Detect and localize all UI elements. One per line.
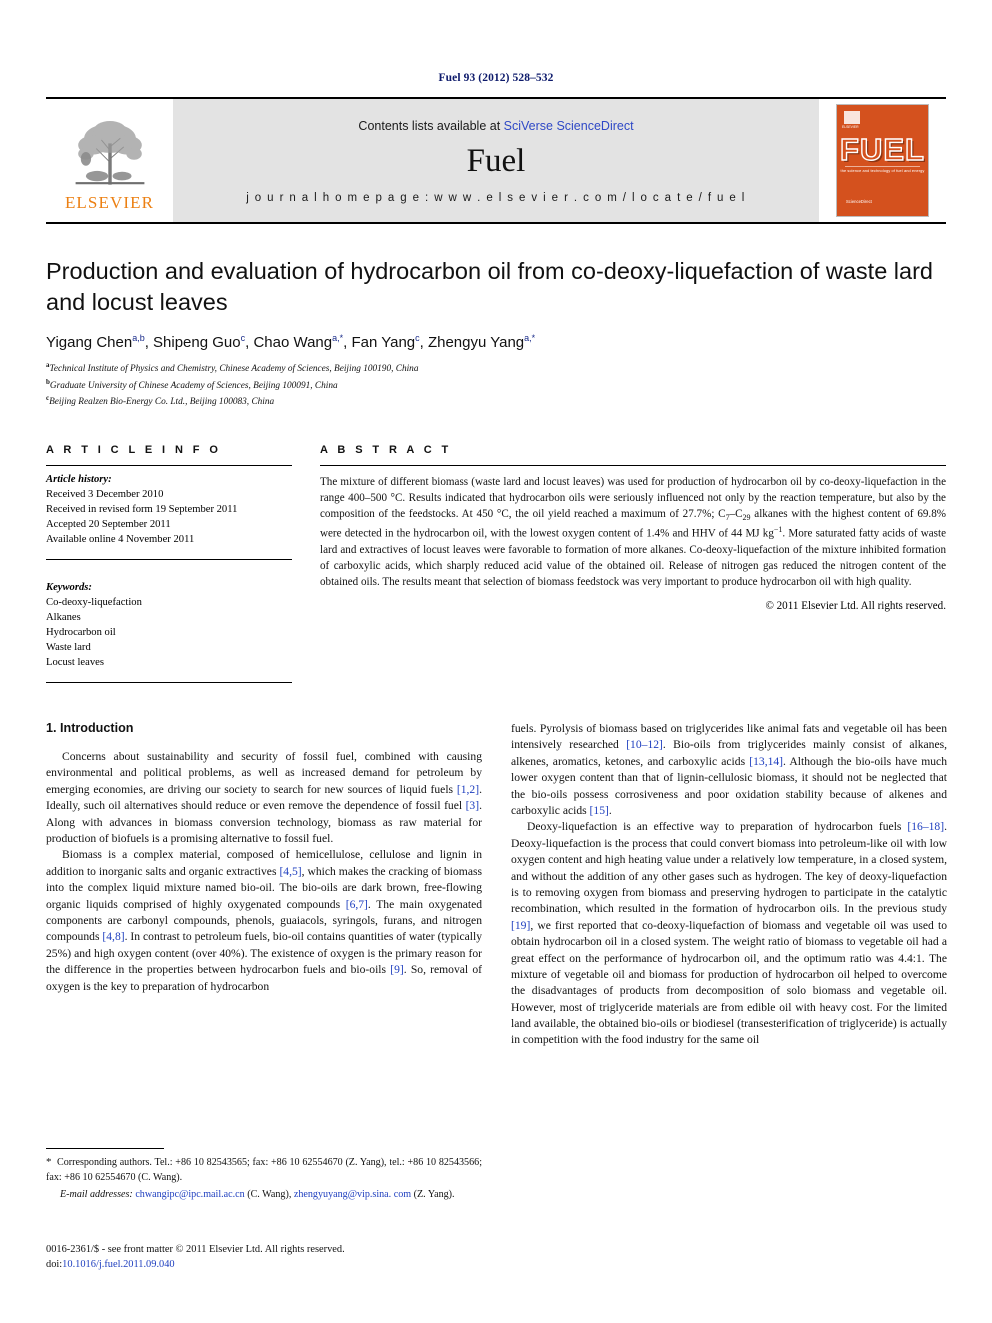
email-label: E-mail addresses:	[60, 1189, 133, 1201]
article-history-label: Article history:	[46, 473, 112, 485]
elsevier-wordmark: ELSEVIER	[64, 192, 155, 212]
page-title: Production and evaluation of hydrocarbon…	[46, 258, 933, 316]
article-info-column: A R T I C L E I N F O Article history: R…	[46, 443, 292, 684]
doi-line: doi:10.1016/j.fuel.2011.09.040	[46, 1258, 506, 1273]
affiliation-item: bGraduate University of Chinese Academy …	[46, 377, 946, 394]
cover-footer-label: ScienceDirect	[846, 199, 872, 204]
paragraph: fuels. Pyrolysis of biomass based on tri…	[511, 722, 947, 818]
fuel-cover-image: ELSEVIER FUEL the science and technology…	[836, 104, 929, 217]
email-values[interactable]: chwangipc@ipc.mail.ac.cn (C. Wang), zhen…	[135, 1189, 454, 1200]
article-history-group: Article history: Received 3 December 201…	[46, 466, 292, 547]
paragraph: Biomass is a complex material, composed …	[46, 848, 483, 993]
issn-doi-footer: 0016-2361/$ - see front matter © 2011 El…	[46, 1243, 506, 1273]
article-info-rule-middle	[46, 558, 292, 560]
keyword-item: Hydrocarbon oil	[46, 626, 116, 638]
doi-link[interactable]: 10.1016/j.fuel.2011.09.040	[62, 1259, 174, 1270]
affiliation-text: Graduate University of Chinese Academy o…	[49, 380, 338, 391]
affiliation-text: Beijing Realzen Bio-Energy Co. Ltd., Bei…	[49, 397, 275, 408]
cover-divider	[845, 166, 920, 167]
elsevier-tree-icon	[75, 120, 144, 185]
journal-cover-container: ELSEVIER FUEL the science and technology…	[819, 99, 946, 222]
paragraph: Deoxy-liquefaction is an effective way t…	[511, 820, 947, 1047]
doi-label: doi:	[46, 1258, 63, 1270]
abstract-heading: A B S T R A C T	[320, 443, 452, 456]
abstract-text: The mixture of different biomass (waste …	[320, 475, 946, 589]
history-item: Received 3 December 2010	[46, 488, 164, 500]
journal-title: Fuel	[466, 143, 526, 179]
keyword-item: Waste lard	[46, 642, 91, 653]
masthead-center: Contents lists available at SciVerse Sci…	[173, 99, 819, 222]
affiliation-item: cBeijing Realzen Bio-Energy Co. Ltd., Be…	[46, 393, 946, 410]
issn-line: 0016-2361/$ - see front matter © 2011 El…	[46, 1244, 345, 1255]
journal-masthead: ELSEVIER Contents lists available at Sci…	[46, 97, 946, 224]
body-column-left: 1. Introduction Concerns about sustainab…	[46, 721, 482, 1049]
cover-elsevier-label: ELSEVIER	[842, 125, 859, 129]
author-list: Yigang Chena,b, Shipeng Guoc, Chao Wanga…	[46, 333, 536, 352]
contents-available-line: Contents lists available at SciVerse Sci…	[358, 119, 633, 133]
abstract-copyright: © 2011 Elsevier Ltd. All rights reserved…	[765, 600, 946, 613]
article-info-rule-bottom	[46, 682, 292, 684]
article-info-heading: A R T I C L E I N F O	[46, 443, 222, 456]
title-block: Production and evaluation of hydrocarbon…	[46, 256, 946, 410]
elsevier-mini-icon	[844, 111, 860, 124]
section-heading-introduction: 1. Introduction	[46, 721, 134, 736]
article-page: Fuel 93 (2012) 528–532 ELSEVIER Contents…	[0, 0, 992, 1323]
article-body: 1. Introduction Concerns about sustainab…	[46, 721, 947, 1049]
cover-subtitle: the science and technology of fuel and e…	[840, 168, 925, 173]
footnote-area: * Corresponding authors. Tel.: +86 10 82…	[46, 1148, 482, 1203]
cover-fuel-wordmark: FUEL	[839, 131, 925, 167]
keywords-group: Keywords: Co-deoxy-liquefaction Alkanes …	[46, 574, 292, 670]
affiliation-text: Technical Institute of Physics and Chemi…	[49, 364, 419, 375]
sciencedirect-link[interactable]: SciVerse ScienceDirect	[504, 119, 634, 133]
elsevier-logo: ELSEVIER	[46, 99, 173, 222]
keyword-item: Alkanes	[46, 611, 81, 623]
abstract-column: A B S T R A C T The mixture of different…	[320, 444, 946, 683]
history-item: Available online 4 November 2011	[46, 533, 195, 545]
affiliation-list: aTechnical Institute of Physics and Chem…	[46, 360, 946, 410]
contents-prefix: Contents lists available at	[358, 119, 504, 133]
journal-homepage[interactable]: j o u r n a l h o m e p a g e : w w w . …	[246, 192, 746, 204]
running-head: Fuel 93 (2012) 528–532	[438, 72, 554, 84]
paragraph: Concerns about sustainability and securi…	[46, 750, 482, 846]
info-abstract-section: A R T I C L E I N F O Article history: R…	[46, 443, 946, 684]
history-item: Accepted 20 September 2011	[46, 518, 171, 530]
affiliation-item: aTechnical Institute of Physics and Chem…	[46, 360, 946, 377]
body-column-right: fuels. Pyrolysis of biomass based on tri…	[511, 721, 947, 1049]
footnote-rule	[46, 1148, 164, 1149]
keyword-item: Co-deoxy-liquefaction	[46, 596, 142, 608]
keywords-label: Keywords:	[46, 581, 92, 593]
email-note: E-mail addresses: chwangipc@ipc.mail.ac.…	[46, 1188, 482, 1203]
keyword-item: Locust leaves	[46, 657, 104, 669]
history-item: Received in revised form 19 September 20…	[46, 503, 238, 515]
corresponding-author-note: * Corresponding authors. Tel.: +86 10 82…	[46, 1156, 482, 1183]
